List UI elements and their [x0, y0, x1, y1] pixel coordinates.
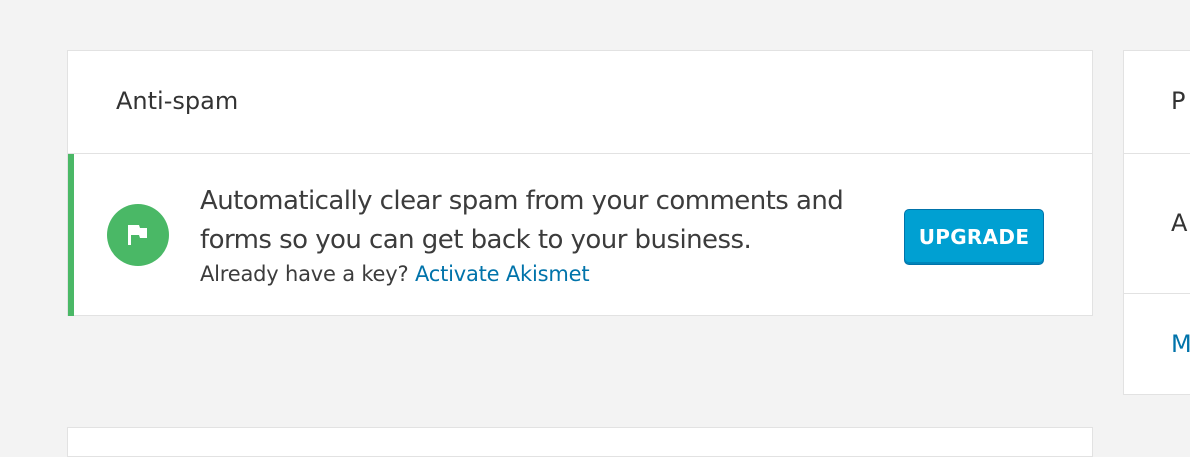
side-card-link[interactable]: M [1171, 330, 1190, 358]
side-card-link-row[interactable]: M [1124, 294, 1190, 394]
card-header: Anti-spam [68, 51, 1092, 154]
card-title: Anti-spam [116, 87, 239, 115]
activate-akismet-link[interactable]: Activate Akismet [415, 262, 590, 286]
upgrade-button[interactable]: UPGRADE [904, 209, 1044, 265]
side-card-title: P [1171, 87, 1186, 115]
next-card [67, 427, 1093, 457]
side-card: P A M [1123, 50, 1190, 395]
flag-icon [107, 204, 169, 266]
side-card-row-text: A [1171, 209, 1188, 237]
activation-prompt: Already have a key? Activate Akismet [200, 262, 590, 286]
upgrade-headline: Automatically clear spam from your comme… [200, 186, 844, 255]
already-have-key-text: Already have a key? [200, 262, 409, 286]
anti-spam-card: Anti-spam Automatically clear spam from … [67, 50, 1093, 316]
card-body: Automatically clear spam from your comme… [68, 154, 1092, 316]
side-card-header: P [1124, 51, 1190, 154]
side-card-row: A [1124, 154, 1190, 294]
